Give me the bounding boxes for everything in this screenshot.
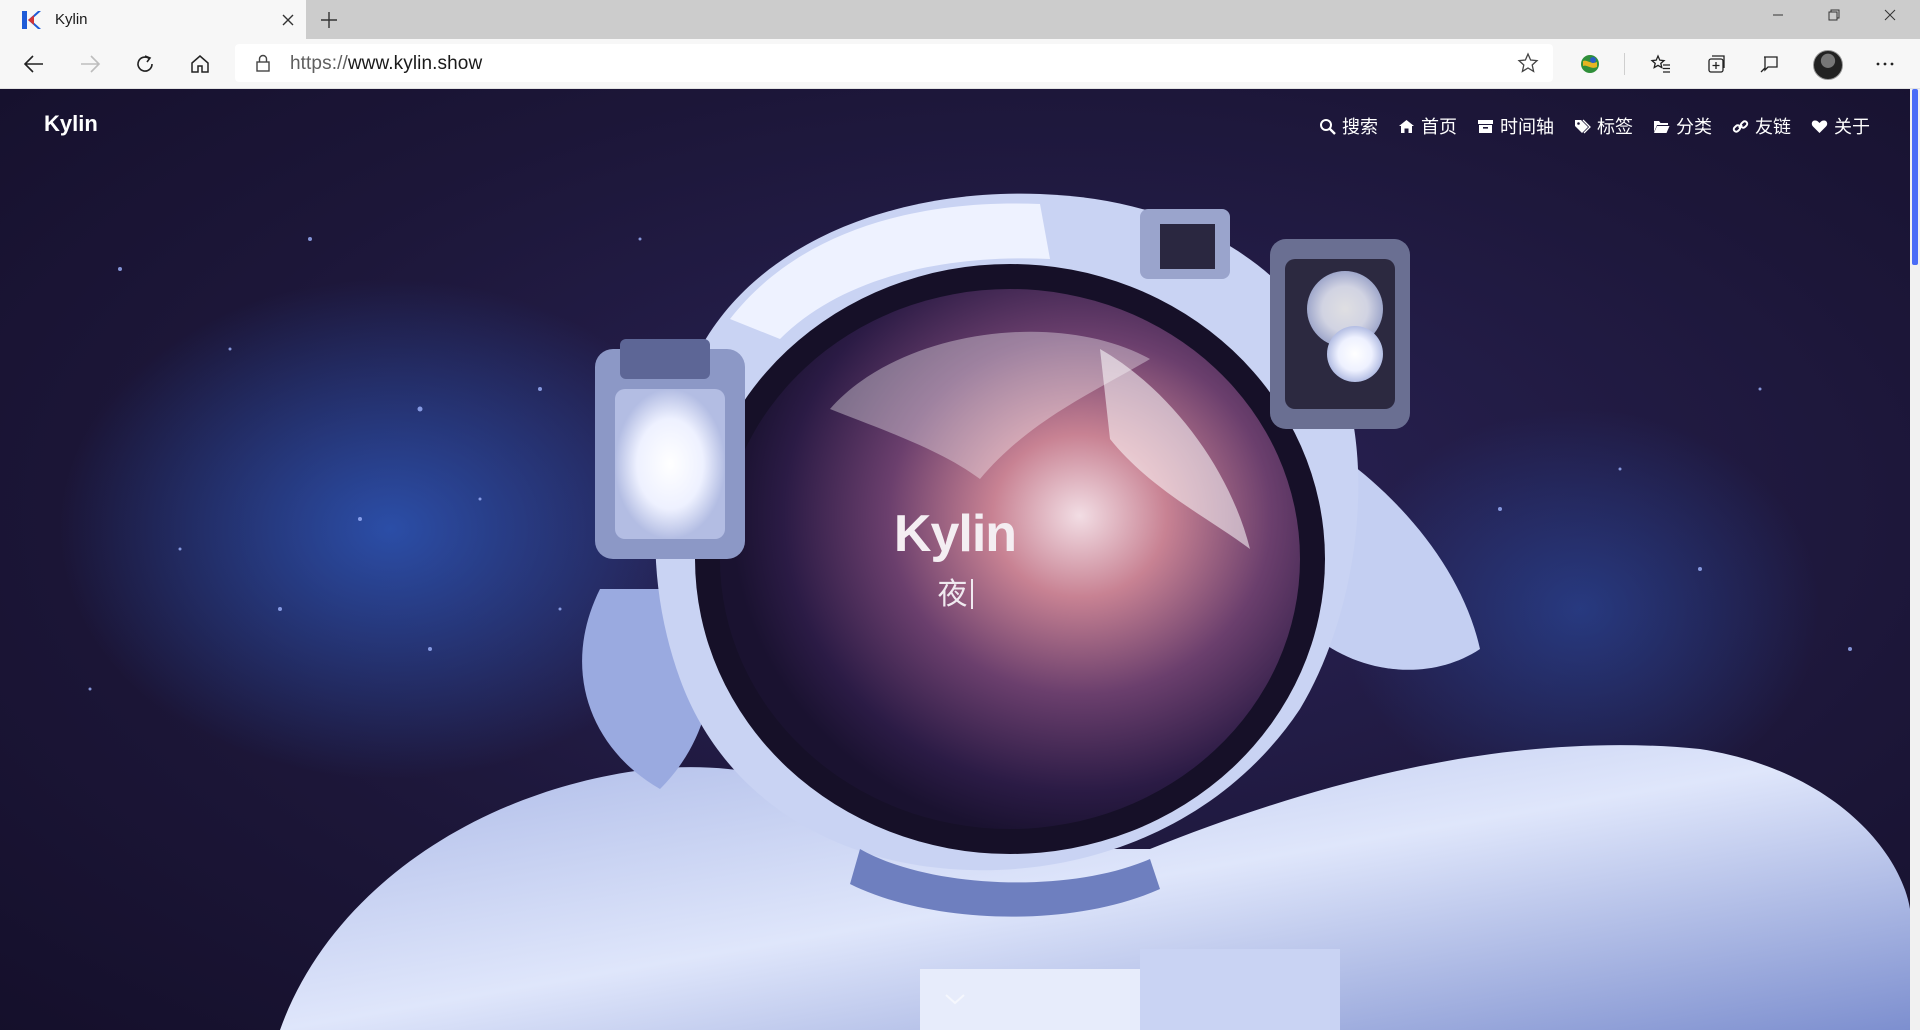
nav-item-categories[interactable]: 分类 (1653, 113, 1712, 139)
url-protocol: https:// (290, 53, 348, 74)
tab-strip: Kylin (0, 0, 1920, 39)
nav-label: 搜索 (1342, 117, 1378, 137)
close-icon (1884, 9, 1896, 21)
kylin-favicon-icon (22, 11, 41, 29)
close-window-button[interactable] (1862, 0, 1918, 30)
refresh-button[interactable] (129, 48, 161, 80)
home-icon (191, 55, 209, 73)
extension-globe-icon (1581, 55, 1599, 73)
lock-icon[interactable] (253, 53, 273, 73)
typing-cursor (970, 579, 973, 609)
search-icon (1320, 118, 1336, 135)
profile-avatar[interactable] (1813, 50, 1843, 80)
feedback-icon (1760, 56, 1778, 73)
collections-icon (1708, 55, 1725, 73)
page-viewport: Kylin 搜索 首页 时间轴 标签 分类 友链 关于 Kylin 夜 (0, 89, 1910, 1030)
settings-more-button[interactable] (1869, 48, 1901, 80)
minimize-button[interactable] (1750, 0, 1806, 30)
restore-button[interactable] (1806, 0, 1862, 30)
arrow-right-icon (81, 55, 101, 73)
address-bar[interactable]: https://www.kylin.show (235, 44, 1553, 82)
nav-item-about[interactable]: 关于 (1811, 113, 1870, 139)
tab-close-icon[interactable] (278, 10, 298, 30)
hero-subtitle: 夜 (937, 578, 968, 611)
browser-toolbar: https://www.kylin.show (0, 39, 1920, 89)
site-brand[interactable]: Kylin (44, 111, 98, 137)
link-icon (1732, 119, 1749, 133)
nav-item-timeline[interactable]: 时间轴 (1477, 113, 1554, 139)
nav-label: 首页 (1421, 117, 1457, 137)
nav-label: 友链 (1755, 117, 1791, 137)
favorites-icon (1650, 54, 1670, 73)
toolbar-divider (1624, 53, 1625, 75)
site-nav: 搜索 首页 时间轴 标签 分类 友链 关于 (1319, 113, 1870, 139)
hero-title: Kylin (893, 505, 1017, 563)
favorites-button[interactable] (1645, 48, 1677, 80)
more-icon (1876, 62, 1894, 66)
tags-icon (1575, 119, 1591, 133)
feedback-button[interactable] (1753, 48, 1785, 80)
minimize-icon (1773, 14, 1783, 16)
favorite-star-icon[interactable] (1517, 52, 1539, 74)
folder-icon (1654, 120, 1670, 133)
nav-label: 标签 (1597, 117, 1633, 137)
plus-icon (321, 12, 337, 28)
arrow-left-icon (23, 55, 43, 73)
page-scrollbar[interactable] (1910, 89, 1920, 1030)
new-tab-button[interactable] (316, 7, 342, 33)
back-button[interactable] (18, 48, 50, 80)
nav-label: 分类 (1676, 117, 1712, 137)
browser-tab-kylin[interactable]: Kylin (0, 0, 306, 39)
nav-label: 时间轴 (1500, 117, 1554, 137)
collections-button[interactable] (1700, 48, 1732, 80)
nav-item-friends[interactable]: 友链 (1732, 113, 1791, 139)
nav-item-home[interactable]: 首页 (1398, 113, 1457, 139)
refresh-icon (137, 55, 153, 72)
nav-item-search[interactable]: 搜索 (1319, 113, 1378, 139)
scrollbar-thumb[interactable] (1912, 89, 1918, 265)
url-host: www.kylin.show (347, 53, 483, 74)
nav-item-tags[interactable]: 标签 (1574, 113, 1633, 139)
home-button[interactable] (184, 48, 216, 80)
nav-label: 关于 (1834, 117, 1870, 137)
restore-icon (1828, 9, 1840, 21)
archive-icon (1478, 119, 1493, 133)
forward-button[interactable] (74, 48, 106, 80)
extension-button[interactable] (1574, 48, 1606, 80)
scroll-down-chevron-icon[interactable] (940, 989, 970, 1009)
heart-icon (1811, 119, 1828, 133)
hero-subtitle-line: 夜 (0, 569, 1910, 613)
url-text[interactable]: https://www.kylin.show (290, 53, 482, 75)
tab-title: Kylin (55, 11, 88, 28)
home-icon (1399, 119, 1414, 133)
